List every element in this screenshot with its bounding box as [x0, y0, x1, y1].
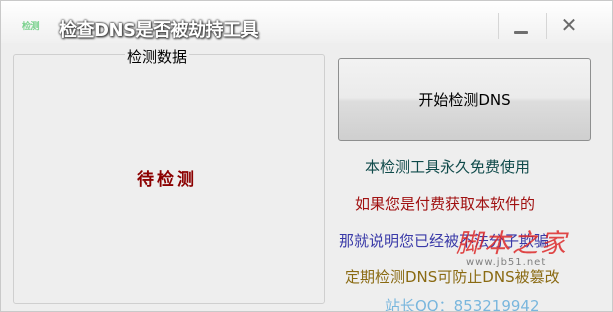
- app-window: 检测 检查DNS是否被劫持工具 ✕ 检测数据 待检测 开始检测DNS 本检测工具…: [0, 0, 613, 312]
- start-detection-button[interactable]: 开始检测DNS: [338, 58, 591, 141]
- info-line-contact: 站长QQ：853219942: [385, 297, 540, 312]
- watermark-url: www.jb51.net: [466, 257, 547, 268]
- watermark-logo: 脚本之家: [456, 229, 569, 259]
- title-bar[interactable]: 检测 检查DNS是否被劫持工具 ✕: [1, 1, 612, 43]
- minimize-button[interactable]: [499, 13, 543, 41]
- app-icon: 检测: [22, 22, 40, 32]
- detection-data-legend: 检测数据: [125, 46, 190, 67]
- info-line-paid-warning: 如果您是付费获取本软件的: [355, 195, 536, 213]
- site-watermark: 脚本之家 www.jb51.net: [446, 223, 606, 279]
- window-title: 检查DNS是否被劫持工具: [59, 20, 258, 41]
- close-button[interactable]: ✕: [547, 13, 591, 41]
- close-icon: ✕: [560, 13, 578, 37]
- minimize-icon: [514, 30, 528, 34]
- info-line-free: 本检测工具永久免费使用: [365, 158, 531, 176]
- detection-status: 待检测: [137, 170, 197, 190]
